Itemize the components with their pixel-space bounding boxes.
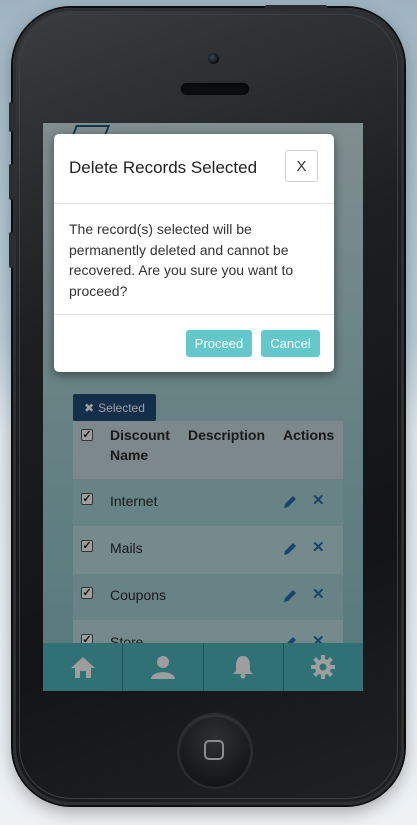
home-button-square-icon <box>204 740 224 760</box>
close-button[interactable]: X <box>285 150 318 182</box>
dialog-title: Delete Records Selected <box>69 158 258 177</box>
mute-switch <box>9 102 13 132</box>
app-screen: ✖ Selected ✓ Discount Name Description A… <box>43 123 363 691</box>
earpiece-speaker <box>181 83 249 95</box>
delete-confirm-dialog: Delete Records Selected X The record(s) … <box>54 134 334 372</box>
proceed-button[interactable]: Proceed <box>186 330 252 357</box>
front-camera <box>208 53 219 64</box>
volume-up-button <box>9 164 13 200</box>
dialog-message: The record(s) selected will be permanent… <box>69 221 294 299</box>
power-button <box>265 5 327 9</box>
cancel-button[interactable]: Cancel <box>261 330 320 357</box>
volume-down-button <box>9 232 13 268</box>
home-button[interactable] <box>179 715 251 787</box>
dialog-header: Delete Records Selected X <box>54 134 334 204</box>
dialog-body: The record(s) selected will be permanent… <box>54 204 334 315</box>
